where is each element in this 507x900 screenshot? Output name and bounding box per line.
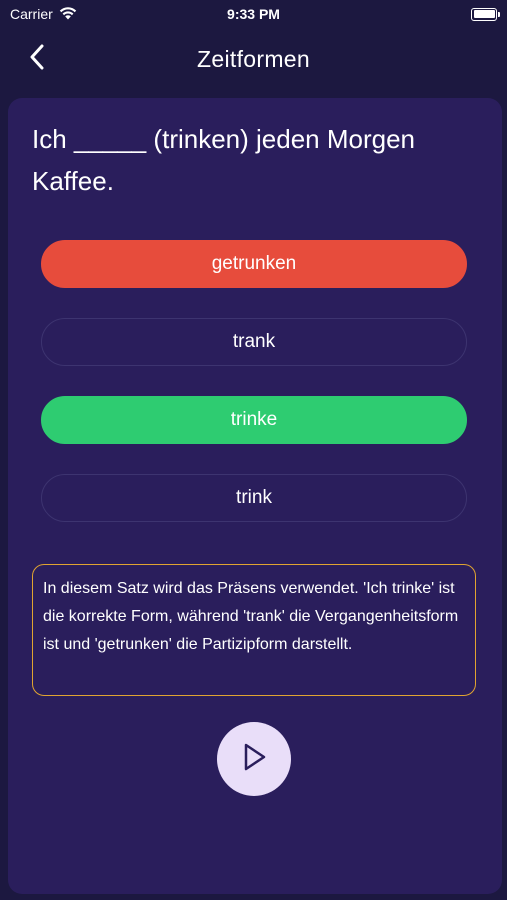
answer-option-trink[interactable]: trink — [41, 474, 467, 522]
question-text: Ich _____ (trinken) jeden Morgen Kaffee. — [32, 124, 416, 196]
battery-level — [473, 10, 495, 18]
battery-icon — [471, 7, 500, 21]
back-button[interactable] — [22, 44, 52, 74]
answer-option-label: trank — [232, 331, 276, 352]
status-time: 9:33 PM — [227, 6, 280, 22]
answer-option-getrunken[interactable]: getrunken — [41, 240, 467, 288]
answer-option-trinke[interactable]: trinke — [41, 396, 467, 444]
answer-option-label: getrunken — [211, 253, 297, 274]
answer-option-label: trink — [236, 487, 272, 508]
chevron-left-icon — [29, 44, 45, 75]
quiz-card: Ich _____ (trinken) jeden Morgen Kaffee.… — [8, 98, 502, 894]
play-audio-button[interactable] — [217, 722, 291, 796]
answer-option-label: trinke — [230, 409, 278, 430]
status-bar: Carrier 9:33 PM — [0, 0, 507, 28]
explanation-box: In diesem Satz wird das Präsens verwende… — [32, 564, 476, 696]
play-icon — [239, 741, 269, 778]
page-title: Zeitformen — [197, 45, 310, 72]
nav-bar: Zeitformen — [0, 28, 507, 90]
answer-option-trank[interactable]: trank — [41, 318, 467, 366]
explanation-text: In diesem Satz wird das Präsens verwende… — [43, 580, 459, 653]
